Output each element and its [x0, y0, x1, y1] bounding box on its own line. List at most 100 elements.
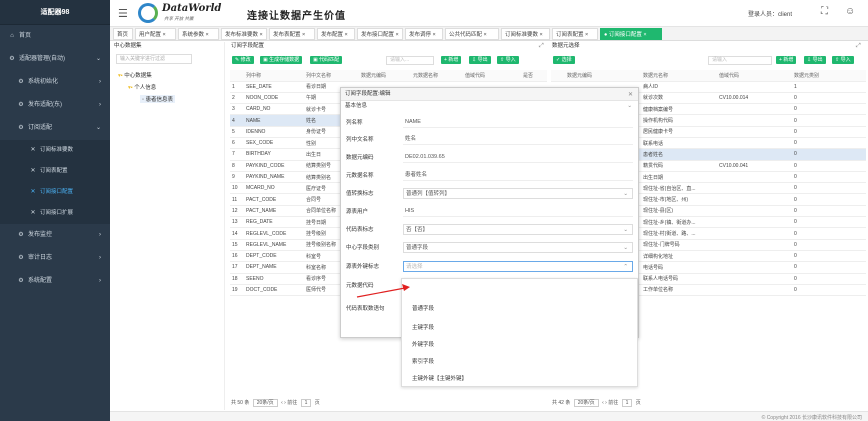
chevron-left-icon[interactable]: ‹ [602, 400, 604, 406]
sidebar-item-sysconfig[interactable]: ⚙ 系统配置 › [0, 270, 110, 293]
table-cell: 患者姓名 [641, 148, 717, 161]
tab-sub-interface[interactable]: ● 订阅接口配置 × [600, 28, 662, 40]
generate-storage-button[interactable]: ▣ 生成存储数据 [260, 56, 303, 64]
tab-home[interactable]: 首页 [113, 28, 133, 40]
right-import-button[interactable]: ⇧ 导入 [832, 56, 854, 64]
right-export-button[interactable]: ⇩ 导出 [804, 56, 826, 64]
table-cell: SEX_CODE [244, 137, 304, 150]
mid-col-header[interactable] [230, 70, 244, 82]
mid-col-header[interactable]: 值域代码 [463, 70, 521, 82]
table-cell: 现住址-省(自治区、直... [641, 182, 717, 195]
user-icon[interactable]: ☺ [845, 6, 855, 17]
table-cell [717, 182, 792, 195]
sidebar-item-publish[interactable]: ⚙ 发布适配(东) › [0, 94, 110, 117]
right-col-header[interactable]: 值域代码 [717, 70, 792, 82]
right-panel-title: 数据元选择 [552, 43, 580, 49]
table-cell: 0 [792, 103, 866, 116]
mid-col-header[interactable]: 数据元编码 [359, 70, 411, 82]
fk-flag-dropdown: 普通字段 主键字段 外键字段 索引字段 主键外键【主键外键】 [401, 278, 638, 387]
fullscreen-icon[interactable]: ⛶ [821, 6, 828, 17]
table-cell: IDENNO [244, 126, 304, 138]
sidebar-item-subscribe[interactable]: ⚙ 订阅适配 ⌄ [0, 117, 110, 140]
edit-button[interactable]: ✎ 修改 [232, 56, 254, 64]
right-page-input[interactable]: 1 [621, 399, 633, 407]
mid-import-button[interactable]: ⇧ 导入 [497, 56, 519, 64]
mid-page-size-select[interactable]: 20条/页 [252, 399, 278, 407]
mid-col-header[interactable]: 是否 [521, 70, 547, 82]
footer: © Copyright 2016 长沙康讯软件科技有限公司 [110, 411, 868, 421]
mid-panel-title: 订阅字段配置 [231, 43, 265, 49]
tab-sub-standard[interactable]: 订阅标准要数 × [501, 28, 550, 40]
table-cell: MCARD_NO [244, 182, 304, 195]
right-search-input[interactable]: 请输入 [708, 56, 772, 65]
tree-node-personal[interactable]: ▾▪ 个人信息 [128, 83, 156, 91]
chevron-right-icon[interactable]: › [284, 400, 286, 406]
table-cell: NAME [244, 114, 304, 127]
option-normal-field[interactable]: 普通字段 [412, 304, 434, 312]
option-pk-fk[interactable]: 主键外键【主键外键】 [412, 374, 467, 382]
tab-code-match[interactable]: 公共代码匹配 × [445, 28, 499, 40]
sidebar-item-adapter[interactable]: ⚙ 适配器管理(自动) ⌄ [0, 48, 110, 71]
table-cell: NOON_CODE [244, 92, 304, 105]
sidebar-item-sub-standard[interactable]: ✕ 订阅标准要数 [0, 140, 110, 161]
mid-page-input[interactable]: 1 [300, 399, 312, 407]
tab-pub-interface[interactable]: 发布接口配置 × [357, 28, 403, 40]
sidebar-item-sub-interface[interactable]: ✕ 订阅接口配置 [0, 182, 110, 203]
expand-icon[interactable]: ⤢ [539, 43, 544, 50]
tab-pub-adjust[interactable]: 发布调停 × [405, 28, 443, 40]
mid-export-button[interactable]: ⇩ 导出 [469, 56, 491, 64]
tab-pub-table[interactable]: 发布表配置 × [269, 28, 315, 40]
mid-col-header[interactable]: 列中文名称 [304, 70, 359, 82]
mid-search-input[interactable]: 请输入... [386, 56, 434, 65]
right-add-button[interactable]: + 新增 [776, 56, 797, 64]
tab-sys-params[interactable]: 系统参数 × [178, 28, 219, 40]
tree-node-patient[interactable]: ▫ 患者信息表 [140, 95, 175, 103]
mid-col-header[interactable]: 元数据名称 [411, 70, 463, 82]
close-icon[interactable]: ✕ [628, 91, 633, 98]
chevron-down-icon[interactable]: ⌄ [627, 101, 632, 111]
field-value-convert-select: 值转换标志 普通列【值转列】 ⌄ [341, 185, 640, 201]
table-cell: DEPT_NAME [244, 261, 304, 274]
sidebar-item-sub-extend[interactable]: ✕ 订阅接口扩展 [0, 203, 110, 224]
field-source-user: 源表用户 HIS [341, 203, 640, 219]
menu-toggle-icon[interactable]: ☰ [118, 7, 128, 20]
tab-pub-standard[interactable]: 发布标准要数 × [221, 28, 267, 40]
option-foreign-key[interactable]: 外键字段 [412, 340, 434, 348]
table-cell: PAYKIND_NAME [244, 171, 304, 184]
right-col-header[interactable]: 数据元名称 [641, 70, 717, 82]
table-cell: CARD_NO [244, 103, 304, 116]
right-page-size-select[interactable]: 20条/页 [573, 399, 599, 407]
select-button[interactable]: ✓ 选择 [553, 56, 575, 64]
table-cell: 7 [230, 148, 244, 161]
option-index-field[interactable]: 索引字段 [412, 357, 434, 365]
right-col-header[interactable] [551, 70, 565, 82]
wrench-icon: ✕ [30, 168, 36, 174]
mid-col-header[interactable]: 列中称 [244, 70, 304, 82]
option-primary-key[interactable]: 主键字段 [412, 323, 434, 331]
sidebar-item-audit[interactable]: ⚙ 审计日志 › [0, 247, 110, 270]
tab-sub-table[interactable]: 订阅表配置 × [552, 28, 598, 40]
gear-icon: ⚙ [18, 125, 24, 131]
right-col-header[interactable]: 数据元编码 [565, 70, 641, 82]
sidebar-item-init[interactable]: ⚙ 系统初始化 › [0, 71, 110, 94]
expand-icon[interactable]: ⤢ [856, 43, 861, 50]
sidebar-item-home[interactable]: ⌂ 首页 [0, 25, 110, 48]
tree-node-center[interactable]: ▾▪ 中心数据集 [118, 71, 152, 79]
mid-add-button[interactable]: + 新增 [441, 56, 462, 64]
sidebar-item-sub-table[interactable]: ✕ 订阅表配置 [0, 161, 110, 182]
tree-search-input[interactable]: 输入关键字进行过滤 [116, 54, 192, 64]
chevron-left-icon[interactable]: ‹ [281, 400, 283, 406]
chevron-right-icon[interactable]: › [605, 400, 607, 406]
table-cell: BIRTHDAY [244, 148, 304, 161]
sidebar-item-monitor[interactable]: ⚙ 发布监控 › [0, 224, 110, 247]
table-cell: 0 [792, 273, 866, 285]
chevron-down-icon: ⌄ [623, 227, 628, 233]
right-pager: 共 42 条 20条/页 ‹ › 前往 1 页 [552, 399, 641, 407]
code-match-button[interactable]: ▣ 代码匹配 [310, 56, 343, 64]
app-root: 适配器98 ⌂ 首页 ⚙ 适配器管理(自动) ⌄ ⚙ 系统初始化 › ⚙ 发布适配(东) › … [0, 0, 868, 421]
tab-user-config[interactable]: 用户配置 × [135, 28, 176, 40]
right-col-header[interactable]: 数据元类别 [792, 70, 866, 82]
table-cell: 18 [230, 273, 244, 285]
table-cell: 0 [792, 137, 866, 150]
tab-pub-config[interactable]: 发布配置 × [317, 28, 355, 40]
